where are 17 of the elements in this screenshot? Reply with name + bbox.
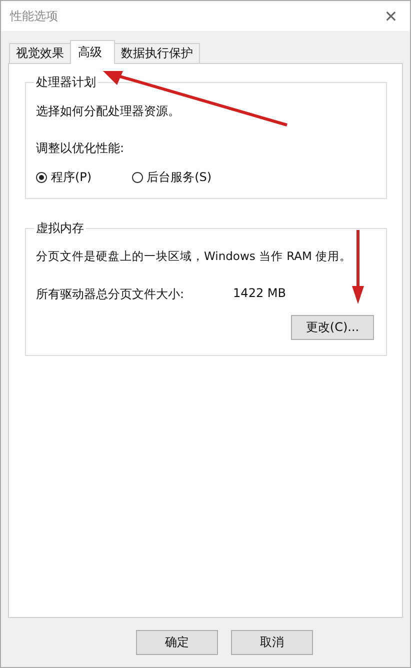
description-text: 选择如何分配处理器资源。 <box>36 103 181 120</box>
radio-option[interactable]: 程序(P) <box>36 169 92 186</box>
size-label: 所有驱动器总分页文件大小: <box>36 286 184 303</box>
close-button[interactable]: ✕ <box>376 3 406 29</box>
radio-option[interactable]: 后台服务(S) <box>132 169 212 186</box>
dialog-button[interactable]: 取消 <box>231 630 313 655</box>
window-title: 性能选项 <box>10 8 58 24</box>
prompt-text: 调整以优化性能: <box>36 140 126 157</box>
description-text: 分页文件是硬盘上的一块区域，Windows 当作 RAM 使用。 <box>36 249 353 264</box>
group-title: 处理器计划 <box>34 74 98 91</box>
tab[interactable]: 视觉效果 <box>9 43 71 63</box>
group-title: 虚拟内存 <box>34 220 86 237</box>
change-button[interactable]: 更改(C)... <box>291 315 374 340</box>
tab[interactable]: 高级 <box>70 40 115 64</box>
dialog-button[interactable]: 确定 <box>136 630 218 655</box>
size-value: 1422 MB <box>233 286 286 302</box>
tab[interactable]: 数据执行保护 <box>114 43 200 63</box>
